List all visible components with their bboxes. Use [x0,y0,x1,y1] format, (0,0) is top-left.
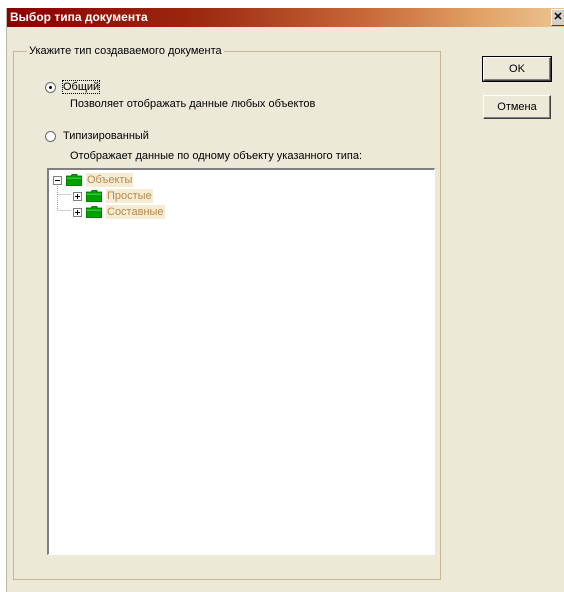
expand-icon[interactable] [73,207,82,217]
radio-typed-description: Отображает данные по одному объекту указ… [70,150,363,162]
collapse-icon[interactable] [53,175,62,185]
tree-node-objects[interactable]: Объекты [53,172,134,188]
folder-icon [86,206,102,218]
tree-node-label[interactable]: Простые [106,189,153,203]
folder-icon [86,190,102,202]
close-icon: ✕ [553,11,563,23]
radio-typed-label[interactable]: Типизированный [63,130,149,142]
radio-general-indicator[interactable] [45,81,56,93]
radio-general-label[interactable]: Общий [61,80,101,94]
radio-general[interactable]: Общий [45,80,101,94]
dialog-title: Выбор типа документа [10,10,148,24]
radio-general-description: Позволяет отображать данные любых объект… [70,98,316,110]
dialog-window: Выбор типа документа ✕ Укажите тип созда… [6,8,564,592]
expand-icon[interactable] [73,191,82,201]
group-legend: Укажите тип создаваемого документа [27,45,224,57]
tree-node-label[interactable]: Составные [106,205,165,219]
folder-icon [66,174,82,186]
title-bar[interactable]: Выбор типа документа ✕ [7,8,564,27]
ok-button[interactable]: OK [482,56,552,82]
tree-node-label[interactable]: Объекты [86,173,134,187]
object-type-tree[interactable]: Объекты Простые Составные [47,168,435,555]
cancel-button[interactable]: Отмена [483,95,551,119]
close-button[interactable]: ✕ [551,9,564,26]
radio-typed[interactable]: Типизированный [45,130,149,142]
radio-typed-indicator[interactable] [45,130,56,142]
tree-node-composite[interactable]: Составные [73,204,165,220]
tree-node-simple[interactable]: Простые [73,188,153,204]
